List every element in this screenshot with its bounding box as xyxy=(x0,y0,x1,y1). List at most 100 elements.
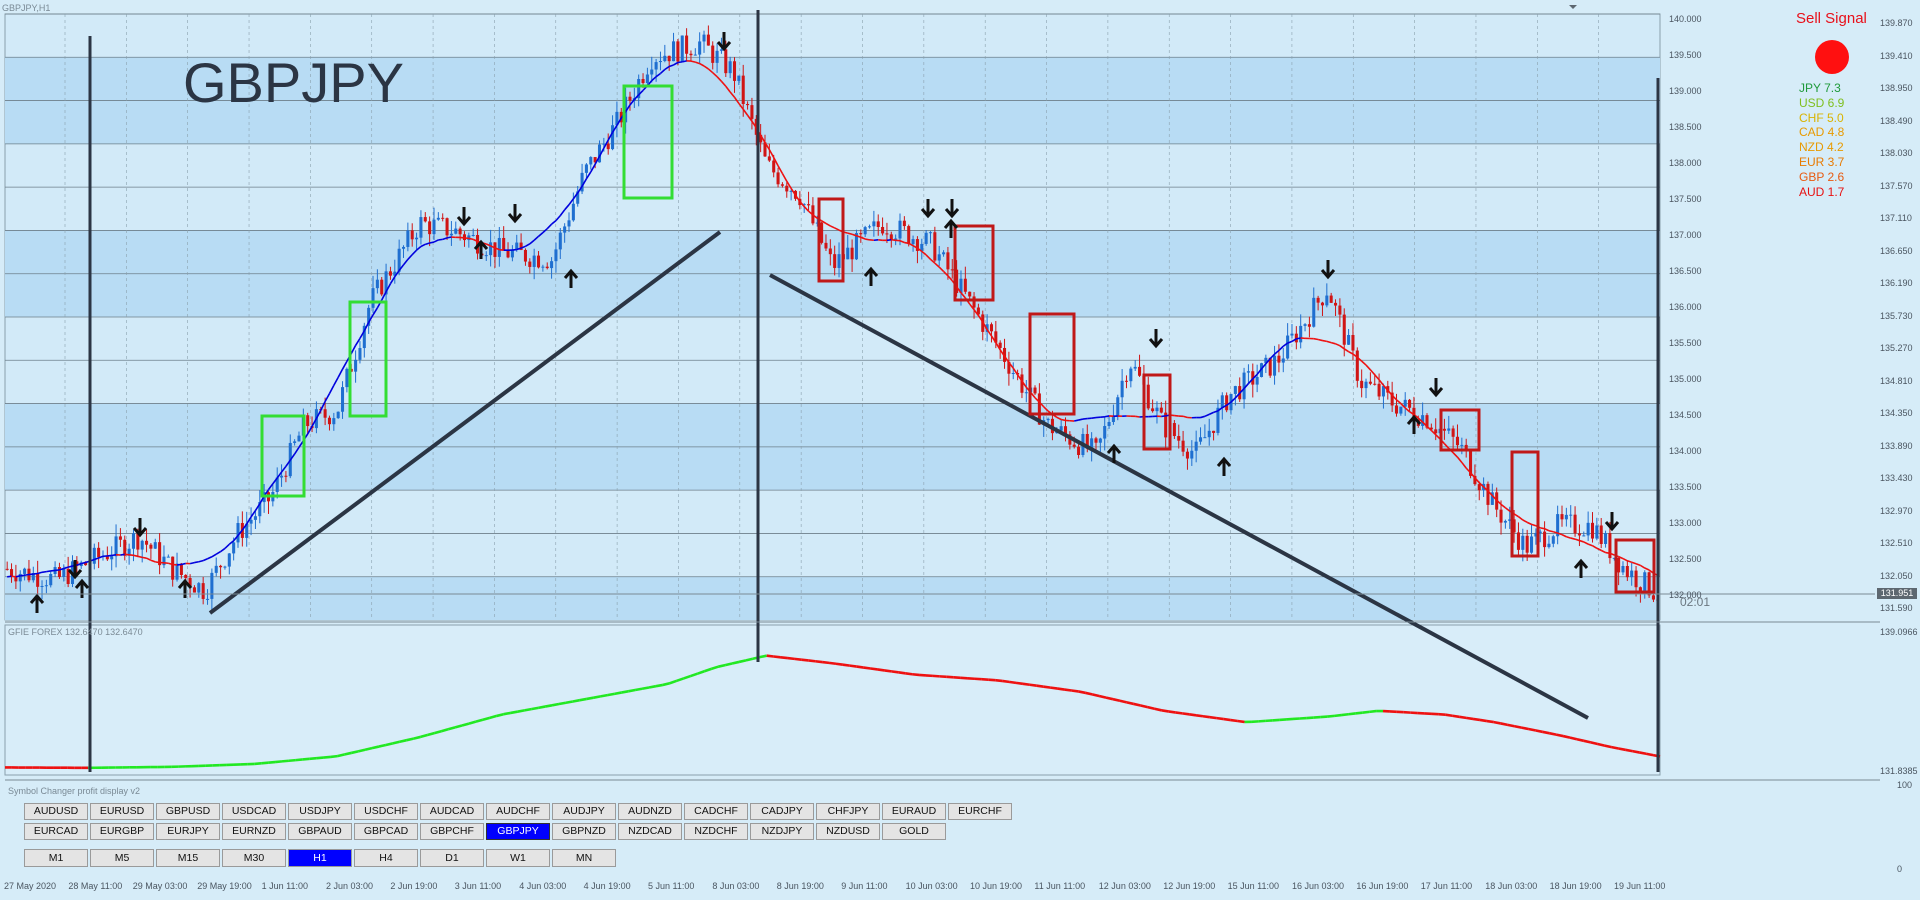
symbol-button-gbpaud[interactable]: GBPAUD xyxy=(288,823,352,840)
currency-strength-item: AUD 1.7 xyxy=(1799,184,1845,199)
indicator-segment xyxy=(1105,696,1114,701)
timeframe-button-h1[interactable]: H1 xyxy=(288,849,352,867)
candle-body xyxy=(711,45,715,63)
indicator-segment xyxy=(1500,722,1508,727)
symbol-button-eurgbp[interactable]: EURGBP xyxy=(90,823,154,840)
chart-canvas[interactable] xyxy=(0,0,1920,900)
timeframe-button-w1[interactable]: W1 xyxy=(486,849,550,867)
symbol-button-cadchf[interactable]: CADCHF xyxy=(684,803,748,820)
symbol-button-gold[interactable]: GOLD xyxy=(882,823,946,840)
symbol-button-usdchf[interactable]: USDCHF xyxy=(354,803,418,820)
indicator-segment xyxy=(364,746,373,752)
candle-body xyxy=(1329,295,1333,303)
candle-body xyxy=(785,185,789,192)
symbol-button-eurusd[interactable]: EURUSD xyxy=(90,803,154,820)
candle-body xyxy=(589,157,593,165)
candle-body xyxy=(1198,437,1203,442)
time-tick-label: 29 May 19:00 xyxy=(197,881,252,891)
symbol-button-eurjpy[interactable]: EURJPY xyxy=(156,823,220,840)
timeframe-button-h4[interactable]: H4 xyxy=(354,849,418,867)
moving-average-segment xyxy=(194,560,199,564)
moving-average-segment xyxy=(172,563,178,566)
symbol-button-audusd[interactable]: AUDUSD xyxy=(24,803,88,820)
indicator-segment xyxy=(1001,679,1010,684)
candle-body xyxy=(1595,525,1599,539)
symbol-button-nzdchf[interactable]: NZDCHF xyxy=(684,823,748,840)
indicator-segment xyxy=(912,672,920,677)
moving-average-segment xyxy=(1060,418,1066,422)
indicator-segment xyxy=(371,745,380,750)
candle-body xyxy=(1403,399,1407,407)
candle-body xyxy=(863,227,867,235)
symbol-button-nzdusd[interactable]: NZDUSD xyxy=(816,823,880,840)
indicator-segment xyxy=(1008,680,1017,685)
price-tick-label: 139.870 xyxy=(1880,18,1913,28)
symbol-button-nzdjpy[interactable]: NZDJPY xyxy=(750,823,814,840)
timeframe-button-d1[interactable]: D1 xyxy=(420,849,484,867)
symbol-button-eurchf[interactable]: EURCHF xyxy=(948,803,1012,820)
chart-window[interactable]: GBPJPY,H1 GBPJPY 140.000 139.500 139.000 13… xyxy=(0,0,1920,900)
indicator-segment xyxy=(801,658,809,662)
candle-body xyxy=(1604,533,1608,544)
symbol-button-cadjpy[interactable]: CADJPY xyxy=(750,803,814,820)
indicator-tick-label: 139.0966 xyxy=(1880,627,1918,637)
indicator-segment xyxy=(1583,739,1592,744)
indicator-segment xyxy=(1521,726,1529,731)
candle-body xyxy=(1377,383,1381,397)
moving-average-segment xyxy=(46,570,51,573)
timeframe-button-m15[interactable]: M15 xyxy=(156,849,220,867)
candle-body xyxy=(332,418,336,425)
symbol-button-gbpjpy[interactable]: GBPJPY xyxy=(486,823,550,840)
indicator-segment xyxy=(454,724,463,729)
symbol-button-audnzd[interactable]: AUDNZD xyxy=(618,803,682,820)
indicator-segment xyxy=(1562,734,1571,739)
candle-body xyxy=(345,368,349,388)
timeframe-button-mn[interactable]: MN xyxy=(552,849,616,867)
candle-body xyxy=(1529,536,1534,553)
moving-average-segment xyxy=(11,575,16,578)
symbol-button-audcad[interactable]: AUDCAD xyxy=(420,803,484,820)
symbol-button-gbpchf[interactable]: GBPCHF xyxy=(420,823,484,840)
symbol-button-nzdcad[interactable]: NZDCAD xyxy=(618,823,682,840)
indicator-segment xyxy=(1195,713,1204,718)
moving-average-segment xyxy=(155,561,160,564)
indicator-segment xyxy=(1348,712,1356,716)
moving-average-segment xyxy=(33,572,38,575)
candle-body xyxy=(1625,565,1629,578)
candle-body xyxy=(933,232,937,261)
candle-body xyxy=(493,242,497,257)
symbol-button-gbpnzd[interactable]: GBPNZD xyxy=(552,823,616,840)
symbol-button-gbpcad[interactable]: GBPCAD xyxy=(354,823,418,840)
indicator-segment xyxy=(254,762,262,766)
indicator-segment xyxy=(780,655,788,660)
symbol-button-chfjpy[interactable]: CHFJPY xyxy=(816,803,880,820)
price-tick-label: 134.500 xyxy=(1669,410,1702,420)
symbol-button-gbpusd[interactable]: GBPUSD xyxy=(156,803,220,820)
candle-body xyxy=(114,536,118,557)
candle-body xyxy=(741,75,745,105)
symbol-button-eurcad[interactable]: EURCAD xyxy=(24,823,88,840)
candle-body xyxy=(49,574,53,586)
timeframe-button-m30[interactable]: M30 xyxy=(222,849,286,867)
candle-body xyxy=(837,254,841,268)
price-band xyxy=(5,230,1660,274)
indicator-segment xyxy=(344,751,352,756)
candle-body xyxy=(611,125,615,150)
timeframe-button-m1[interactable]: M1 xyxy=(24,849,88,867)
candle-body xyxy=(423,217,427,222)
candle-body xyxy=(306,415,310,427)
symbol-button-euraud[interactable]: EURAUD xyxy=(882,803,946,820)
symbol-button-usdcad[interactable]: USDCAD xyxy=(222,803,286,820)
candle-body xyxy=(911,239,915,245)
candle-body xyxy=(232,542,236,554)
symbol-button-audjpy[interactable]: AUDJPY xyxy=(552,803,616,820)
timeframe-button-m5[interactable]: M5 xyxy=(90,849,154,867)
currency-strength-item: NZD 4.2 xyxy=(1799,140,1844,155)
symbol-button-audchf[interactable]: AUDCHF xyxy=(486,803,550,820)
candle-body xyxy=(820,222,824,243)
symbol-button-eurnzd[interactable]: EURNZD xyxy=(222,823,286,840)
candle-body xyxy=(1190,450,1194,459)
currency-strength-item: USD 6.9 xyxy=(1799,95,1845,110)
candle-body xyxy=(902,220,906,227)
symbol-button-usdjpy[interactable]: USDJPY xyxy=(288,803,352,820)
